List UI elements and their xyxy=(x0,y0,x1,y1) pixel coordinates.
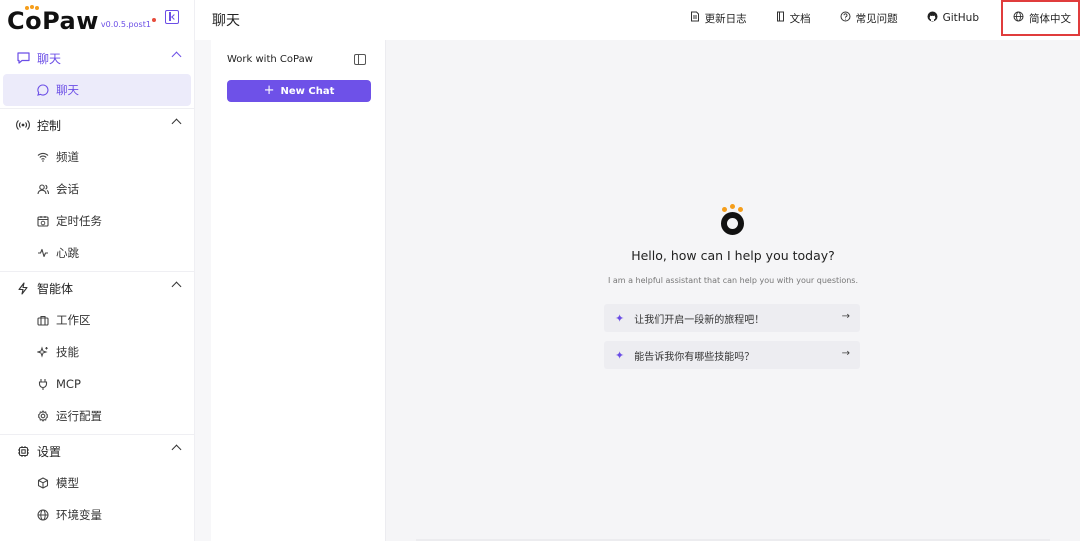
logo-paw-icon xyxy=(25,5,39,11)
chat-main-area: Hello, how can I help you today? I am a … xyxy=(386,40,1080,541)
page-title: 聊天 xyxy=(212,13,240,29)
sidebar-group-settings[interactable]: 设置 xyxy=(0,435,194,467)
wifi-icon xyxy=(36,150,50,164)
calendar-clock-icon xyxy=(36,214,50,228)
copaw-logo-icon xyxy=(719,204,747,236)
zap-icon xyxy=(16,281,30,295)
chevron-up-icon xyxy=(171,118,182,129)
header-links: 更新日志 文档 常见问题 GitHub 简体中文 xyxy=(661,0,1080,36)
sparkles-icon xyxy=(36,345,50,359)
sparkle-icon: ✦ xyxy=(615,348,625,362)
plus-icon: + xyxy=(263,83,275,98)
github-link[interactable]: GitHub xyxy=(927,11,979,25)
activity-icon xyxy=(36,246,50,260)
suggested-prompt[interactable]: ✦ 让我们开启一段新的旅程吧！ → xyxy=(604,304,860,332)
sidebar-item-heartbeat[interactable]: 心跳 xyxy=(3,237,191,269)
book-icon xyxy=(776,11,785,25)
greeting-text: Hello, how can I help you today? xyxy=(631,248,835,263)
sparkle-icon: ✦ xyxy=(615,311,625,325)
layout-gutter xyxy=(195,40,211,541)
github-icon xyxy=(927,11,938,25)
sidebar-nav: 聊天 聊天 控制 频道 会话 定时任务 心跳 智能体 工作区 技能 MCP 运行… xyxy=(0,42,194,531)
sidebar-group-chat[interactable]: 聊天 xyxy=(0,42,194,74)
chevron-up-icon xyxy=(171,444,182,455)
sidebar-group-control[interactable]: 控制 xyxy=(0,109,194,141)
docs-link[interactable]: 文档 xyxy=(776,11,811,26)
sidebar: CoPaw v0.0.5.post1 聊天 聊天 控制 频道 会话 定时任务 心… xyxy=(0,0,195,541)
version-label: v0.0.5.post1 xyxy=(100,20,151,29)
update-dot xyxy=(151,18,156,22)
suggested-prompt[interactable]: ✦ 能告诉我你有哪些技能吗？ → xyxy=(604,341,860,369)
changelog-link[interactable]: 更新日志 xyxy=(690,11,747,26)
globe-icon xyxy=(1013,11,1024,25)
chat-list-panel: Work with CoPaw + New Chat xyxy=(211,40,386,541)
sidebar-item-sessions[interactable]: 会话 xyxy=(3,173,191,205)
faq-link[interactable]: 常见问题 xyxy=(840,11,898,26)
new-chat-button[interactable]: + New Chat xyxy=(227,80,371,102)
top-header: 聊天 更新日志 文档 常见问题 GitHub 简体中文 xyxy=(195,0,1080,40)
sidebar-item-models[interactable]: 模型 xyxy=(3,467,191,499)
cpu-icon xyxy=(16,444,30,458)
brand: CoPaw v0.0.5.post1 xyxy=(7,4,156,34)
toggle-panel-icon[interactable] xyxy=(354,54,366,65)
sidebar-group-agent[interactable]: 智能体 xyxy=(0,272,194,304)
chevron-up-icon xyxy=(171,281,182,292)
arrow-right-icon: → xyxy=(841,348,850,359)
globe-icon xyxy=(36,508,50,522)
users-icon xyxy=(36,182,50,196)
chat-panel-title: Work with CoPaw xyxy=(227,54,313,65)
broadcast-icon xyxy=(16,118,30,132)
sidebar-item-runtime-config[interactable]: 运行配置 xyxy=(3,400,191,432)
sidebar-item-channels[interactable]: 频道 xyxy=(3,141,191,173)
sidebar-item-workspace[interactable]: 工作区 xyxy=(3,304,191,336)
logo: CoPaw xyxy=(7,5,99,35)
box-icon xyxy=(36,476,50,490)
settings-icon xyxy=(36,409,50,423)
sidebar-item-skills[interactable]: 技能 xyxy=(3,336,191,368)
arrow-right-icon: → xyxy=(841,311,850,322)
collapse-sidebar-icon[interactable] xyxy=(165,10,179,24)
help-circle-icon xyxy=(840,11,851,25)
briefcase-icon xyxy=(36,313,50,327)
sidebar-item-mcp[interactable]: MCP xyxy=(3,368,191,400)
message-square-icon xyxy=(16,51,30,65)
chevron-up-icon xyxy=(171,51,182,62)
sidebar-item-scheduled-tasks[interactable]: 定时任务 xyxy=(3,205,191,237)
file-icon xyxy=(690,11,700,25)
language-switcher[interactable]: 简体中文 xyxy=(1001,0,1080,36)
sidebar-item-env-vars[interactable]: 环境变量 xyxy=(3,499,191,531)
sidebar-item-chat[interactable]: 聊天 xyxy=(3,74,191,106)
plug-icon xyxy=(36,377,50,391)
message-circle-icon xyxy=(36,83,50,97)
greeting-subtitle: I am a helpful assistant that can help y… xyxy=(607,276,859,285)
